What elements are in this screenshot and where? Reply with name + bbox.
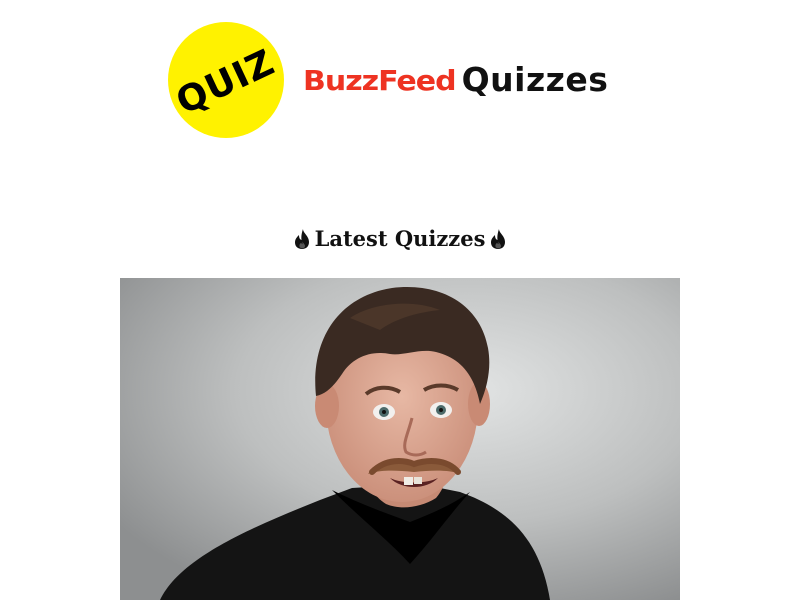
brand-name: BuzzFeed bbox=[303, 65, 457, 98]
quiz-badge-text: QUIZ bbox=[170, 41, 282, 123]
fire-icon bbox=[491, 228, 506, 249]
quiz-badge-logo: QUIZ bbox=[168, 22, 284, 138]
featured-quiz-card[interactable] bbox=[120, 278, 680, 600]
brand-wordmark: BuzzFeed Quizzes bbox=[303, 60, 608, 99]
site-logo-link[interactable]: QUIZ BuzzFeed Quizzes bbox=[168, 22, 618, 138]
section-heading: Latest Quizzes bbox=[0, 226, 800, 251]
section-title: Latest Quizzes bbox=[314, 226, 486, 251]
quiz-thumbnail-image bbox=[120, 278, 680, 600]
product-name: Quizzes bbox=[461, 60, 609, 99]
site-header: QUIZ BuzzFeed Quizzes bbox=[0, 0, 800, 160]
fire-icon bbox=[294, 228, 309, 249]
